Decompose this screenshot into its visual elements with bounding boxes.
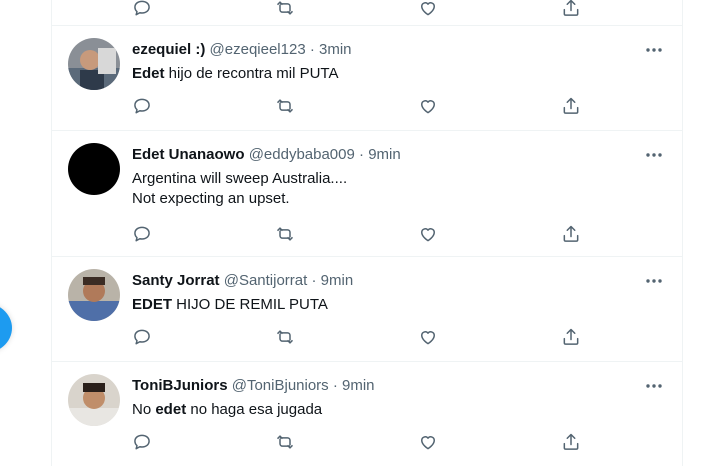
page: ezequiel :) @ezeqieel123 · 3min Edet hij… [0, 0, 704, 466]
reply-icon[interactable] [132, 432, 152, 452]
tweet[interactable]: ezequiel :) @ezeqieel123 · 3min Edet hij… [52, 26, 682, 131]
tweet-header: Santy Jorrat @Santijorrat · 9min [132, 271, 666, 291]
tweet-text: Edet hijo de recontra mil PUTA [132, 64, 666, 84]
avatar[interactable] [68, 269, 120, 321]
tweet-text-rest: HIJO DE REMIL PUTA [172, 296, 328, 313]
tweet-text-pre: No [132, 401, 156, 418]
reply-icon[interactable] [132, 327, 152, 347]
retweet-icon[interactable] [275, 432, 295, 452]
tweet-text: No edet no haga esa jugada [132, 400, 666, 420]
tweet-text: EDET HIJO DE REMIL PUTA [132, 295, 666, 315]
tweet-body: ToniBJuniors @ToniBjuniors · 9min No ede… [132, 376, 666, 420]
timestamp[interactable]: 9min [321, 272, 354, 289]
like-icon[interactable] [418, 0, 438, 18]
tweet[interactable]: Santy Jorrat @Santijorrat · 9min EDET HI… [52, 257, 682, 362]
tweet-body: ezequiel :) @ezeqieel123 · 3min Edet hij… [132, 40, 666, 84]
retweet-icon[interactable] [275, 0, 295, 18]
tweet[interactable]: Edet Unanaowo @eddybaba009 · 9min Argent… [52, 131, 682, 257]
reply-icon[interactable] [132, 224, 152, 244]
author-name[interactable]: Santy Jorrat [132, 272, 220, 289]
separator: · [359, 146, 365, 163]
tweet-header: ezequiel :) @ezeqieel123 · 3min [132, 40, 666, 60]
timestamp[interactable]: 3min [319, 41, 352, 58]
tweet-header: Edet Unanaowo @eddybaba009 · 9min [132, 145, 666, 165]
author-name[interactable]: ToniBJuniors [132, 377, 228, 394]
avatar[interactable] [68, 38, 120, 90]
timestamp[interactable]: 9min [342, 377, 375, 394]
tweet-text: Argentina will sweep Australia.... Not e… [132, 169, 666, 209]
tweet-body: Edet Unanaowo @eddybaba009 · 9min Argent… [132, 145, 666, 209]
reply-icon[interactable] [132, 0, 152, 18]
timeline: ezequiel :) @ezeqieel123 · 3min Edet hij… [51, 0, 683, 466]
retweet-icon[interactable] [275, 224, 295, 244]
author-name[interactable]: ezequiel :) [132, 41, 205, 58]
retweet-icon[interactable] [275, 96, 295, 116]
like-icon[interactable] [418, 224, 438, 244]
tweet-partial[interactable] [52, 0, 682, 26]
tweet-body: Santy Jorrat @Santijorrat · 9min EDET HI… [132, 271, 666, 315]
separator: · [311, 272, 317, 289]
like-icon[interactable] [418, 96, 438, 116]
separator: · [332, 377, 338, 394]
tweet-actions [132, 327, 666, 347]
share-icon[interactable] [561, 96, 581, 116]
retweet-icon[interactable] [275, 327, 295, 347]
author-handle[interactable]: @Santijorrat [224, 272, 308, 289]
tweet-text-bold: edet [155, 401, 187, 418]
separator: · [309, 41, 315, 58]
like-icon[interactable] [418, 327, 438, 347]
share-icon[interactable] [561, 432, 581, 452]
tweet-text-bold: Edet [132, 65, 165, 82]
share-icon[interactable] [561, 0, 581, 18]
tweet-header: ToniBJuniors @ToniBjuniors · 9min [132, 376, 666, 396]
timestamp[interactable]: 9min [368, 146, 401, 163]
tweet-text-line: Not expecting an upset. [132, 190, 290, 207]
author-handle[interactable]: @ToniBjuniors [232, 377, 329, 394]
tweet[interactable]: ToniBJuniors @ToniBjuniors · 9min No ede… [52, 362, 682, 466]
avatar[interactable] [68, 143, 120, 195]
tweet-actions [132, 0, 666, 18]
author-handle[interactable]: @ezeqieel123 [210, 41, 306, 58]
avatar[interactable] [68, 374, 120, 426]
tweet-actions [132, 224, 666, 244]
compose-tweet-button[interactable] [0, 302, 12, 354]
author-handle[interactable]: @eddybaba009 [249, 146, 355, 163]
tweet-text-bold: EDET [132, 296, 173, 313]
reply-icon[interactable] [132, 96, 152, 116]
tweet-text-rest: hijo de recontra mil PUTA [164, 65, 339, 82]
like-icon[interactable] [418, 432, 438, 452]
tweet-actions [132, 96, 666, 116]
share-icon[interactable] [561, 224, 581, 244]
tweet-actions [132, 432, 666, 452]
author-name[interactable]: Edet Unanaowo [132, 146, 245, 163]
tweet-text-rest: no haga esa jugada [186, 401, 323, 418]
tweet-text-line: Argentina will sweep Australia.... [132, 170, 348, 187]
share-icon[interactable] [561, 327, 581, 347]
